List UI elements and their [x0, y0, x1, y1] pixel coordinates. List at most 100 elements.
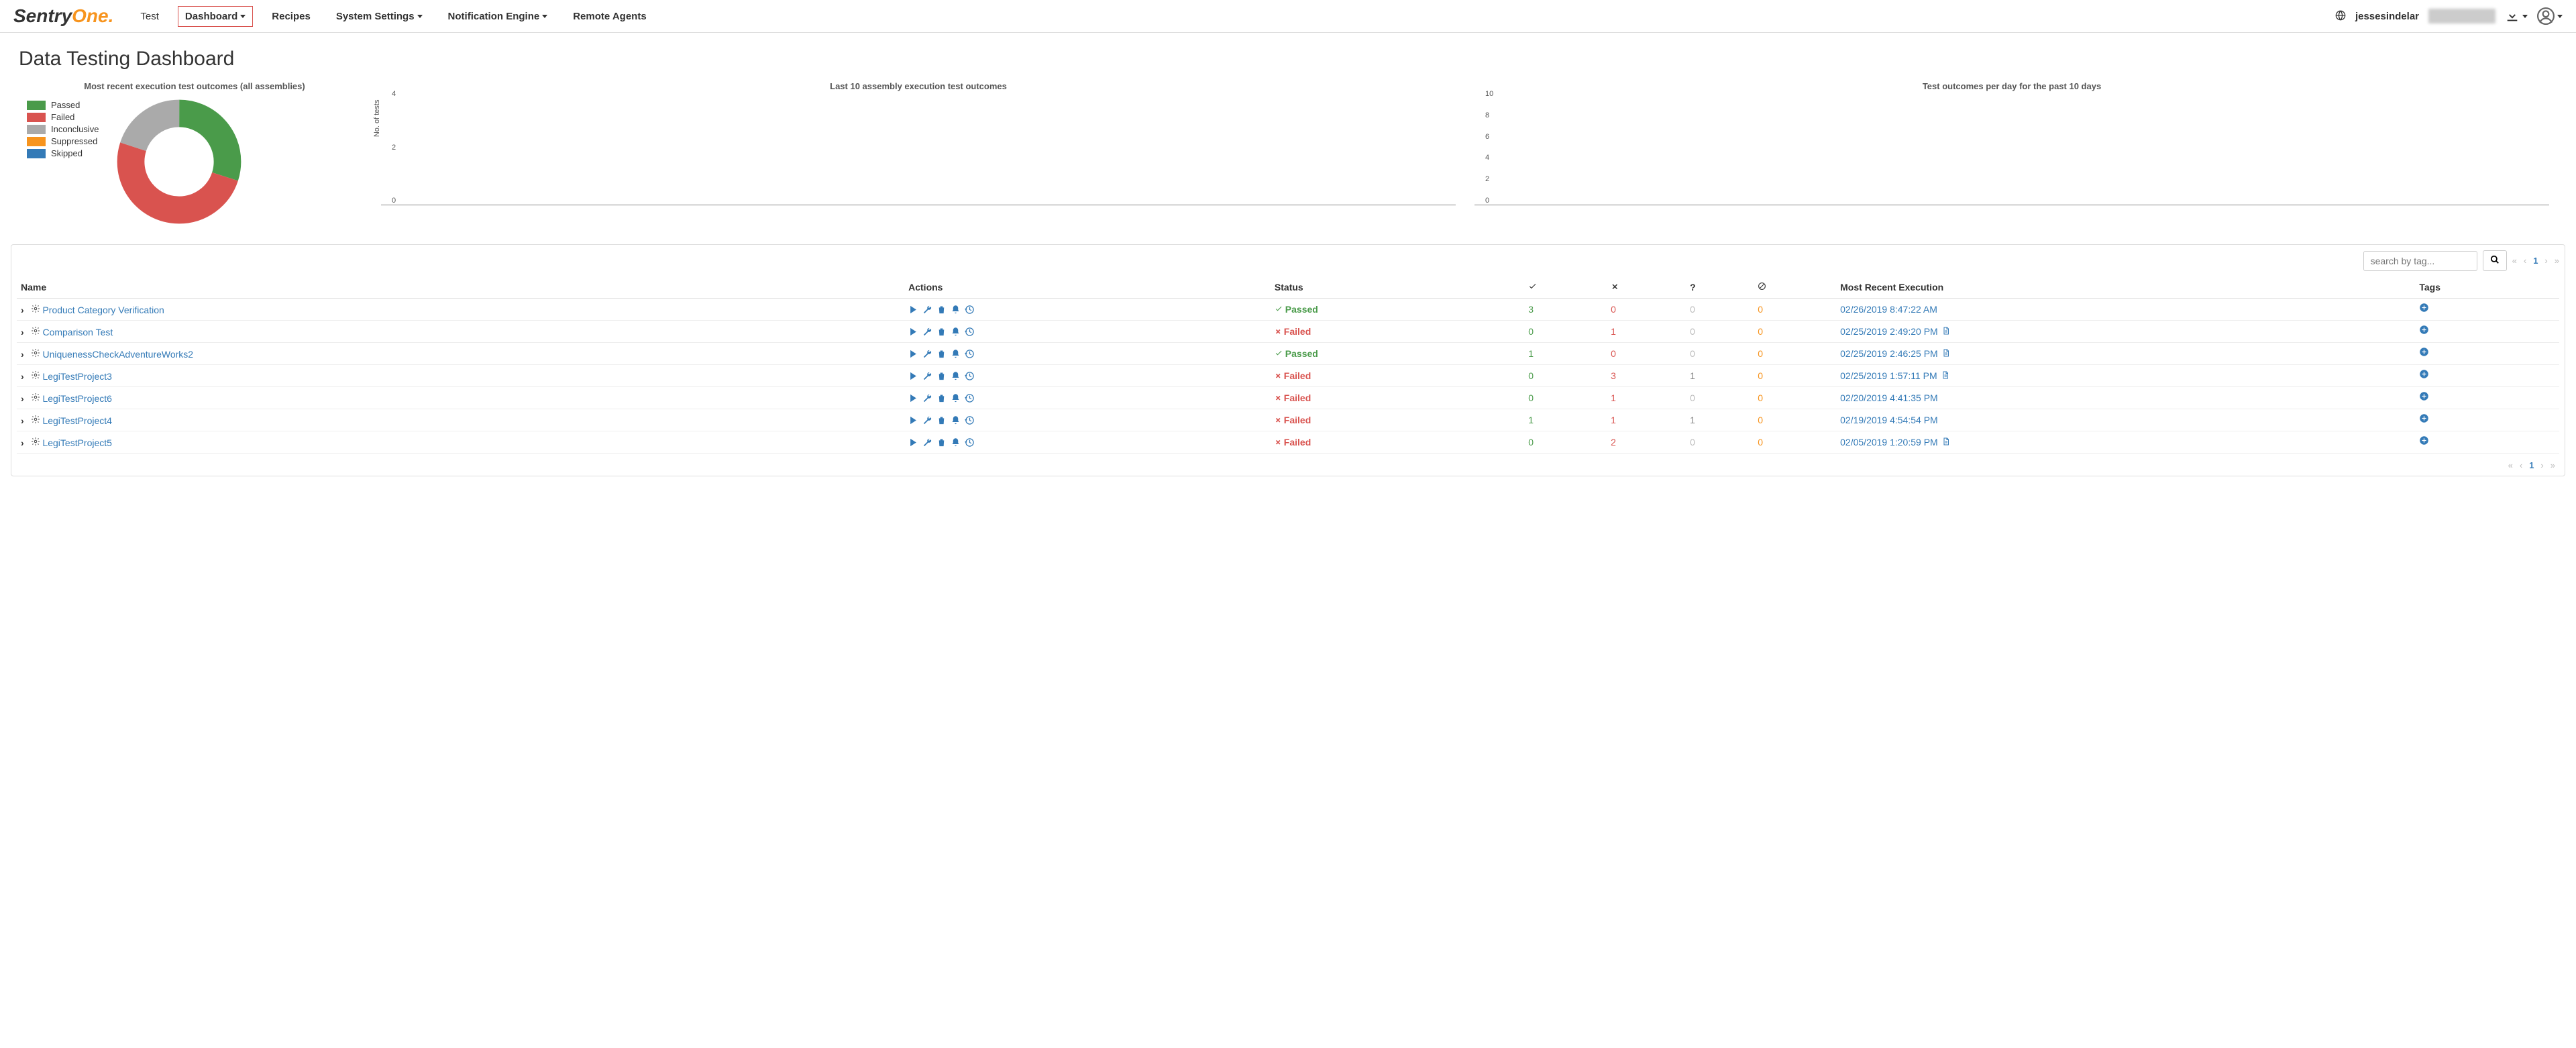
expand-icon[interactable]: ›: [21, 349, 24, 360]
play-icon[interactable]: [908, 371, 918, 381]
assembly-link[interactable]: Comparison Test: [42, 327, 113, 337]
wrench-icon[interactable]: [922, 415, 932, 425]
pager-last-icon[interactable]: »: [2555, 256, 2559, 266]
trash-icon[interactable]: [936, 415, 947, 425]
wrench-icon[interactable]: [922, 393, 932, 403]
trash-icon[interactable]: [936, 393, 947, 403]
add-tag-icon[interactable]: [2419, 391, 2429, 404]
exec-timestamp[interactable]: 02/19/2019 4:54:54 PM: [1840, 415, 1938, 425]
add-tag-icon[interactable]: [2419, 413, 2429, 426]
bell-icon[interactable]: [951, 415, 961, 425]
status-badge: Failed: [1275, 392, 1311, 403]
nav-item-system-settings[interactable]: System Settings: [329, 7, 429, 26]
wrench-icon[interactable]: [922, 327, 932, 337]
play-icon[interactable]: [908, 415, 918, 425]
user-avatar-icon[interactable]: [2537, 7, 2563, 25]
assembly-link[interactable]: LegiTestProject5: [42, 437, 112, 448]
wrench-icon[interactable]: [922, 305, 932, 315]
wrench-icon[interactable]: [922, 371, 932, 381]
play-icon[interactable]: [908, 393, 918, 403]
add-tag-icon[interactable]: [2419, 435, 2429, 448]
history-icon[interactable]: [965, 327, 975, 337]
exec-timestamp[interactable]: 02/20/2019 4:41:35 PM: [1840, 392, 1938, 403]
trash-icon[interactable]: [936, 349, 947, 359]
bell-icon[interactable]: [951, 393, 961, 403]
nav-item-dashboard[interactable]: Dashboard: [178, 6, 253, 27]
trash-icon[interactable]: [936, 371, 947, 381]
pager-first-icon[interactable]: «: [2508, 460, 2513, 470]
history-icon[interactable]: [965, 393, 975, 403]
pager-first-icon[interactable]: «: [2512, 256, 2517, 266]
document-icon[interactable]: [1942, 437, 1950, 446]
exec-timestamp[interactable]: 02/25/2019 1:57:11 PM: [1840, 370, 1937, 381]
assembly-link[interactable]: LegiTestProject4: [42, 415, 112, 426]
expand-icon[interactable]: ›: [21, 437, 24, 448]
pager-current[interactable]: 1: [2533, 256, 2538, 266]
bell-icon[interactable]: [951, 371, 961, 381]
expand-icon[interactable]: ›: [21, 415, 24, 426]
add-tag-icon[interactable]: [2419, 369, 2429, 382]
nav-item-remote-agents[interactable]: Remote Agents: [566, 7, 653, 26]
count-fail: 1: [1611, 415, 1616, 425]
add-tag-icon[interactable]: [2419, 325, 2429, 337]
col-x-icon: [1607, 276, 1686, 299]
search-row: « ‹ 1 › »: [17, 250, 2559, 271]
play-icon[interactable]: [908, 327, 918, 337]
history-icon[interactable]: [965, 415, 975, 425]
pager-prev-icon[interactable]: ‹: [2524, 256, 2526, 266]
document-icon[interactable]: [1942, 348, 1950, 358]
exec-timestamp[interactable]: 02/05/2019 1:20:59 PM: [1840, 437, 1938, 448]
expand-icon[interactable]: ›: [21, 305, 24, 315]
pager-next-icon[interactable]: ›: [2544, 256, 2547, 266]
exec-timestamp[interactable]: 02/26/2019 8:47:22 AM: [1840, 304, 1937, 315]
play-icon[interactable]: [908, 437, 918, 448]
add-tag-icon[interactable]: [2419, 303, 2429, 315]
bar-chart-1: No. of tests 024: [381, 98, 1456, 205]
expand-icon[interactable]: ›: [21, 393, 24, 404]
wrench-icon[interactable]: [922, 437, 932, 448]
assembly-link[interactable]: Product Category Verification: [42, 305, 164, 315]
document-icon[interactable]: [1942, 326, 1950, 335]
add-tag-icon[interactable]: [2419, 347, 2429, 360]
wrench-icon[interactable]: [922, 349, 932, 359]
bell-icon[interactable]: [951, 349, 961, 359]
play-icon[interactable]: [908, 305, 918, 315]
exec-timestamp[interactable]: 02/25/2019 2:49:20 PM: [1840, 326, 1938, 337]
nav-item-recipes[interactable]: Recipes: [265, 7, 317, 26]
bell-icon[interactable]: [951, 305, 961, 315]
status-badge: Passed: [1275, 304, 1318, 315]
exec-timestamp[interactable]: 02/25/2019 2:46:25 PM: [1840, 348, 1938, 359]
legend-item: Passed: [27, 100, 99, 110]
status-badge: Failed: [1275, 370, 1311, 381]
nav-item-test[interactable]: Test: [133, 7, 166, 26]
donut-segment-inconclusive: [131, 113, 227, 210]
nav-item-notification-engine[interactable]: Notification Engine: [441, 7, 555, 26]
user-name[interactable]: jessesindelar: [2355, 11, 2419, 22]
history-icon[interactable]: [965, 349, 975, 359]
pager-prev-icon[interactable]: ‹: [2520, 460, 2522, 470]
pager-last-icon[interactable]: »: [2551, 460, 2555, 470]
legend-swatch: [27, 125, 46, 134]
search-button[interactable]: [2483, 250, 2507, 271]
pager-next-icon[interactable]: ›: [2540, 460, 2543, 470]
bell-icon[interactable]: [951, 327, 961, 337]
count-sup: 0: [1758, 415, 1763, 425]
assembly-link[interactable]: LegiTestProject6: [42, 393, 112, 404]
history-icon[interactable]: [965, 371, 975, 381]
search-input[interactable]: [2363, 251, 2477, 271]
expand-icon[interactable]: ›: [21, 327, 24, 337]
col-most-recent-execution: Most Recent Execution: [1836, 276, 2415, 299]
trash-icon[interactable]: [936, 305, 947, 315]
history-icon[interactable]: [965, 437, 975, 448]
bell-icon[interactable]: [951, 437, 961, 448]
download-icon[interactable]: [2505, 9, 2528, 23]
expand-icon[interactable]: ›: [21, 371, 24, 382]
trash-icon[interactable]: [936, 327, 947, 337]
assembly-link[interactable]: UniquenessCheckAdventureWorks2: [42, 349, 193, 360]
history-icon[interactable]: [965, 305, 975, 315]
assembly-link[interactable]: LegiTestProject3: [42, 371, 112, 382]
document-icon[interactable]: [1941, 370, 1949, 380]
play-icon[interactable]: [908, 349, 918, 359]
trash-icon[interactable]: [936, 437, 947, 448]
pager-current[interactable]: 1: [2529, 460, 2534, 470]
